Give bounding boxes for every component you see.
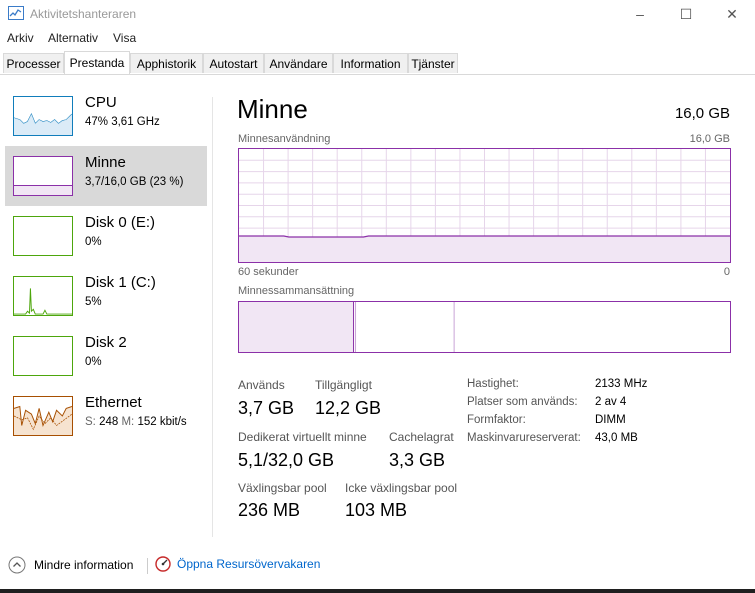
disk2-thumbnail-graph xyxy=(13,336,73,376)
ethernet-receive-value: 152 kbit/s xyxy=(137,416,187,428)
close-button[interactable]: ✕ xyxy=(709,0,755,28)
maximize-icon: ☐ xyxy=(679,5,693,22)
usage-graph-label: Minnesanvändning xyxy=(238,133,331,145)
sidebar-item-disk2[interactable]: Disk 2 0% xyxy=(5,326,207,386)
speed-label: Hastighet: xyxy=(467,378,519,390)
paged-pool-label: Växlingsbar pool xyxy=(238,481,327,495)
paged-pool-value: 236 MB xyxy=(238,500,301,520)
taskbar-edge xyxy=(0,589,755,593)
sidebar-item-disk1[interactable]: Disk 1 (C:) 5% xyxy=(5,266,207,326)
available-label: Tillgängligt xyxy=(315,378,372,392)
cached-value: 3,3 GB xyxy=(389,450,446,470)
sidebar-memory-sub: 3,7/16,0 GB (23 %) xyxy=(85,176,184,188)
sidebar-cpu-sub: 47% 3,61 GHz xyxy=(85,116,160,128)
less-info-button[interactable]: Mindre information xyxy=(8,556,133,574)
total-memory: 16,0 GB xyxy=(674,105,730,122)
tab-tjanster[interactable]: Tjänster xyxy=(408,53,458,73)
speed-value: 2133 MHz xyxy=(595,378,648,390)
form-factor-value: DIMM xyxy=(595,414,626,426)
sidebar-divider xyxy=(212,97,213,537)
ethernet-receive-label: M: xyxy=(121,416,135,428)
sidebar-disk2-sub: 0% xyxy=(85,356,102,368)
open-resource-monitor-label: Öppna Resursövervakaren xyxy=(177,557,321,571)
menu-alternativ[interactable]: Alternativ xyxy=(48,31,98,45)
cached-label: Cachelagrat xyxy=(389,430,454,444)
window-title: Aktivitetshanteraren xyxy=(30,7,137,21)
page-title: Minne xyxy=(237,94,308,124)
task-manager-icon xyxy=(8,6,24,20)
available-value: 12,2 GB xyxy=(315,398,382,418)
nonpaged-pool-value: 103 MB xyxy=(345,500,408,520)
menu-visa[interactable]: Visa xyxy=(113,31,136,45)
in-use-label: Används xyxy=(238,378,285,392)
sidebar-ethernet-sub: S: 248 M: 152 kbit/s xyxy=(85,416,187,428)
memory-composition-bar xyxy=(238,301,731,353)
nonpaged-pool-label: Icke växlingsbar pool xyxy=(345,481,458,495)
open-resource-monitor-link[interactable]: Öppna Resursövervakaren xyxy=(155,556,320,572)
hw-reserved-value: 43,0 MB xyxy=(595,432,638,444)
close-icon: ✕ xyxy=(726,5,738,22)
sidebar-ethernet-title: Ethernet xyxy=(85,394,142,411)
cpu-thumbnail-graph xyxy=(13,96,73,136)
form-factor-label: Formfaktor: xyxy=(467,414,526,426)
sidebar-disk0-sub: 0% xyxy=(85,236,102,248)
sidebar-item-cpu[interactable]: CPU 47% 3,61 GHz xyxy=(5,86,207,146)
in-use-value: 3,7 GB xyxy=(238,398,295,418)
sidebar-memory-title: Minne xyxy=(85,154,126,171)
tab-autostart[interactable]: Autostart xyxy=(203,53,264,73)
tab-bar: Processer Prestanda Apphistorik Autostar… xyxy=(0,51,755,75)
slots-label: Platser som används: xyxy=(467,396,578,408)
disk0-thumbnail-graph xyxy=(13,216,73,256)
minimize-button[interactable]: – xyxy=(617,0,663,28)
sidebar-disk2-title: Disk 2 xyxy=(85,334,127,351)
sidebar-item-ethernet[interactable]: Ethernet S: 248 M: 152 kbit/s xyxy=(5,386,207,446)
slots-value: 2 av 4 xyxy=(595,396,627,408)
less-info-label: Mindre information xyxy=(34,558,134,572)
tab-prestanda[interactable]: Prestanda xyxy=(64,51,130,74)
sidebar-item-disk0[interactable]: Disk 0 (E:) 0% xyxy=(5,206,207,266)
sidebar-item-memory[interactable]: Minne 3,7/16,0 GB (23 %) xyxy=(5,146,207,206)
minimize-icon: – xyxy=(636,6,644,22)
resource-sidebar: CPU 47% 3,61 GHz Minne 3,7/16,0 GB (23 %… xyxy=(0,80,212,540)
usage-graph-max: 16,0 GB xyxy=(689,133,730,145)
sidebar-cpu-title: CPU xyxy=(85,94,117,111)
tab-anvandare[interactable]: Användare xyxy=(264,53,333,73)
footer-separator xyxy=(147,558,148,574)
composition-label: Minnessammansättning xyxy=(238,285,355,297)
tab-processer[interactable]: Processer xyxy=(3,53,64,73)
sidebar-disk0-title: Disk 0 (E:) xyxy=(85,214,156,231)
ethernet-thumbnail-graph xyxy=(13,396,73,436)
sidebar-disk1-title: Disk 1 (C:) xyxy=(85,274,156,291)
tab-apphistorik[interactable]: Apphistorik xyxy=(130,53,203,73)
ethernet-send-value: 248 xyxy=(99,416,119,428)
disk1-thumbnail-graph xyxy=(13,276,73,316)
resource-monitor-icon xyxy=(155,556,171,572)
hw-reserved-label: Maskinvarureserverat: xyxy=(467,432,581,444)
memory-usage-graph xyxy=(238,148,731,263)
title-bar: Aktivitetshanteraren – ☐ ✕ xyxy=(0,0,755,28)
sidebar-disk1-sub: 5% xyxy=(85,296,102,308)
chevron-up-icon xyxy=(8,556,26,574)
time-window-label: 60 sekunder xyxy=(238,266,299,278)
tab-information[interactable]: Information xyxy=(333,53,408,73)
committed-value: 5,1/32,0 GB xyxy=(238,450,335,470)
ethernet-send-label: S: xyxy=(85,416,96,428)
committed-label: Dedikerat virtuellt minne xyxy=(238,430,367,444)
footer-bar: Mindre information Öppna Resursövervakar… xyxy=(0,548,755,584)
time-zero-label: 0 xyxy=(723,266,730,278)
menu-bar: Arkiv Alternativ Visa xyxy=(0,28,755,48)
menu-arkiv[interactable]: Arkiv xyxy=(7,31,34,45)
maximize-button[interactable]: ☐ xyxy=(663,0,709,28)
memory-thumbnail-graph xyxy=(13,156,73,196)
